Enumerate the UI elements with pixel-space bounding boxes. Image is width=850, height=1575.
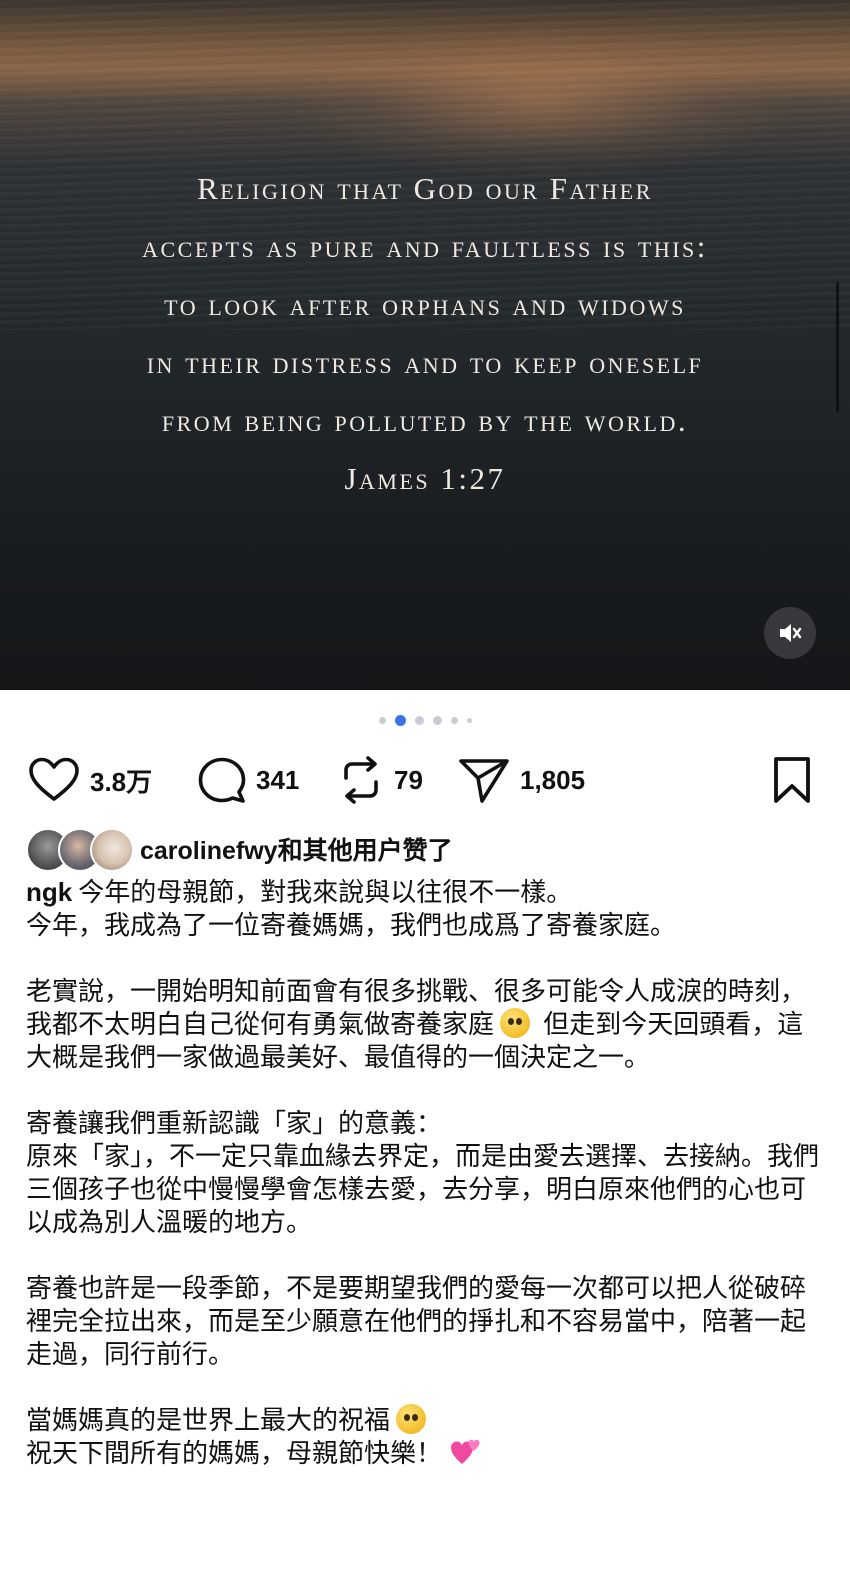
bookmark-icon <box>774 757 810 803</box>
send-icon <box>459 759 509 803</box>
speaker-muted-icon <box>780 624 802 642</box>
quote-text: Religion that God our Father accepts as … <box>0 160 850 508</box>
share-button[interactable]: 1,805 <box>458 752 585 808</box>
liker-avatars[interactable] <box>26 826 134 872</box>
repost-button[interactable]: 79 <box>338 752 423 808</box>
repost-count: 79 <box>394 764 423 795</box>
mute-button[interactable] <box>764 607 816 659</box>
repost-icon <box>344 756 378 804</box>
carousel-dot[interactable] <box>450 716 458 724</box>
caption-username[interactable]: ngk <box>26 877 72 907</box>
liked-by-text: carolinefwy和其他用户赞了 <box>140 831 453 867</box>
carousel-dot[interactable] <box>414 715 424 725</box>
comment-icon <box>198 757 246 803</box>
quote-line: accepts as pure and faultless is this: <box>142 229 708 264</box>
caption-text: 祝天下間所有的媽媽，母親節快樂！ <box>26 1438 443 1468</box>
carousel-dot[interactable] <box>432 715 442 725</box>
carousel-indicator <box>0 712 850 728</box>
melting-face-emoji-icon <box>500 1008 531 1038</box>
caption-paragraph: 老實說，一開始明知前面會有很多挑戰、很多可能令人成淚的時刻，我都不太明白自己從何… <box>26 975 826 1074</box>
quote-line: to look after orphans and widows <box>164 287 686 322</box>
caption-first-line: ngk 今年的母親節，對我來說與以往很不一樣。 <box>26 876 826 909</box>
carousel-dot[interactable] <box>378 716 386 724</box>
two-hearts-emoji-icon <box>451 1439 480 1464</box>
caption-paragraph: 原來「家」，不一定只靠血緣去界定，而是由愛去選擇、去接納。我們三個孩子也從中慢慢… <box>26 1141 820 1237</box>
caption-paragraph: 寄養也許是一段季節，不是要期望我們的愛每一次都可以把人從破碎裡完全拉出來，而是至… <box>26 1273 807 1369</box>
caption-line: 今年，我成為了一位寄養媽媽，我們也成爲了寄養家庭。 <box>26 910 677 940</box>
carousel-dot-active[interactable] <box>394 714 406 726</box>
avatar <box>90 828 134 872</box>
page-scrollbar[interactable] <box>836 282 839 412</box>
liked-by-suffix: 和其他用户赞了 <box>277 837 453 865</box>
liker-username[interactable]: carolinefwy <box>140 837 278 865</box>
pleading-face-emoji-icon <box>396 1404 427 1434</box>
caption-line: 寄養讓我們重新認識「家」的意義： <box>26 1108 443 1138</box>
action-bar: 3.8万 341 79 1,805 <box>0 752 850 808</box>
post-caption: ngk 今年的母親節，對我來說與以往很不一樣。 今年，我成為了一位寄養媽媽，我們也… <box>26 876 826 1470</box>
comment-count: 341 <box>256 764 300 795</box>
quote-reference: James 1:27 <box>344 461 506 496</box>
like-count: 3.8万 <box>90 766 153 797</box>
carousel-dot[interactable] <box>466 717 472 723</box>
quote-line: from being polluted by the world. <box>161 403 689 438</box>
share-count: 1,805 <box>520 764 586 795</box>
quote-line: in their distress and to keep oneself <box>146 345 704 380</box>
comment-button[interactable]: 341 <box>198 752 299 808</box>
caption-line: 當媽媽真的是世界上最大的祝福 <box>26 1404 826 1437</box>
caption-line: 祝天下間所有的媽媽，母親節快樂！ <box>26 1437 826 1470</box>
quote-line: Religion that God our Father <box>197 171 653 206</box>
liked-by-row[interactable]: carolinefwy和其他用户赞了 <box>26 825 453 873</box>
caption-text: 今年的母親節，對我來說與以往很不一樣。 <box>78 877 573 907</box>
caption-text: 當媽媽真的是世界上最大的祝福 <box>26 1405 391 1435</box>
bookmark-button[interactable] <box>772 752 812 808</box>
heart-icon <box>29 757 79 801</box>
post-image[interactable]: Religion that God our Father accepts as … <box>0 0 850 690</box>
like-button[interactable]: 3.8万 <box>28 752 152 808</box>
